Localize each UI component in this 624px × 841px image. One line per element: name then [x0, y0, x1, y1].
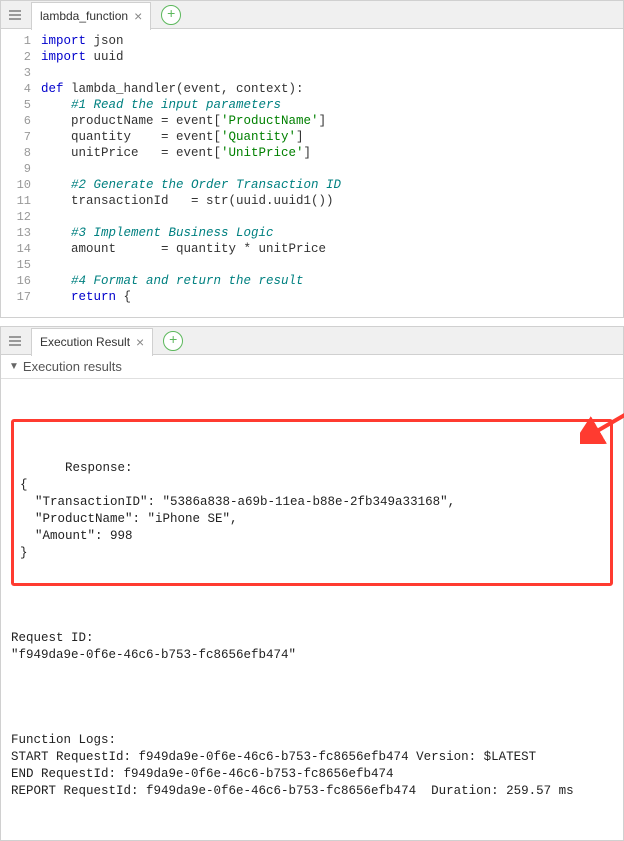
- new-tab-button[interactable]: +: [161, 5, 181, 25]
- code-editor[interactable]: 1234567891011121314151617 import jsonimp…: [1, 29, 623, 317]
- tab-list-icon[interactable]: [5, 5, 25, 25]
- tab-list-icon[interactable]: [5, 331, 25, 351]
- editor-tab-active[interactable]: lambda_function ×: [31, 2, 151, 30]
- collapse-icon: ▼: [9, 361, 19, 372]
- editor-tab-label: lambda_function: [40, 9, 128, 23]
- results-tab-active[interactable]: Execution Result ×: [31, 328, 153, 356]
- results-subheader[interactable]: ▼ Execution results: [1, 355, 623, 379]
- execution-results-panel: Execution Result × + ▼ Execution results…: [0, 326, 624, 841]
- results-subheader-label: Execution results: [23, 359, 122, 374]
- results-tab-label: Execution Result: [40, 335, 130, 349]
- code-editor-panel: lambda_function × + 12345678910111213141…: [0, 0, 624, 318]
- close-icon[interactable]: ×: [136, 335, 144, 349]
- line-gutter: 1234567891011121314151617: [1, 33, 41, 313]
- annotation-arrow-icon: [580, 404, 624, 444]
- output-area: Response: { "TransactionID": "5386a838-a…: [1, 379, 623, 840]
- editor-tabbar: lambda_function × +: [1, 1, 623, 29]
- code-content[interactable]: import jsonimport uuid def lambda_handle…: [41, 33, 623, 313]
- function-logs-text: Function Logs: START RequestId: f949da9e…: [11, 732, 613, 800]
- results-tabbar: Execution Result × +: [1, 327, 623, 355]
- response-text: Response: { "TransactionID": "5386a838-a…: [20, 461, 455, 560]
- response-highlight-box: Response: { "TransactionID": "5386a838-a…: [11, 419, 613, 586]
- close-icon[interactable]: ×: [134, 9, 142, 23]
- new-tab-button[interactable]: +: [163, 331, 183, 351]
- request-id-text: Request ID: "f949da9e-0f6e-46c6-b753-fc8…: [11, 630, 613, 664]
